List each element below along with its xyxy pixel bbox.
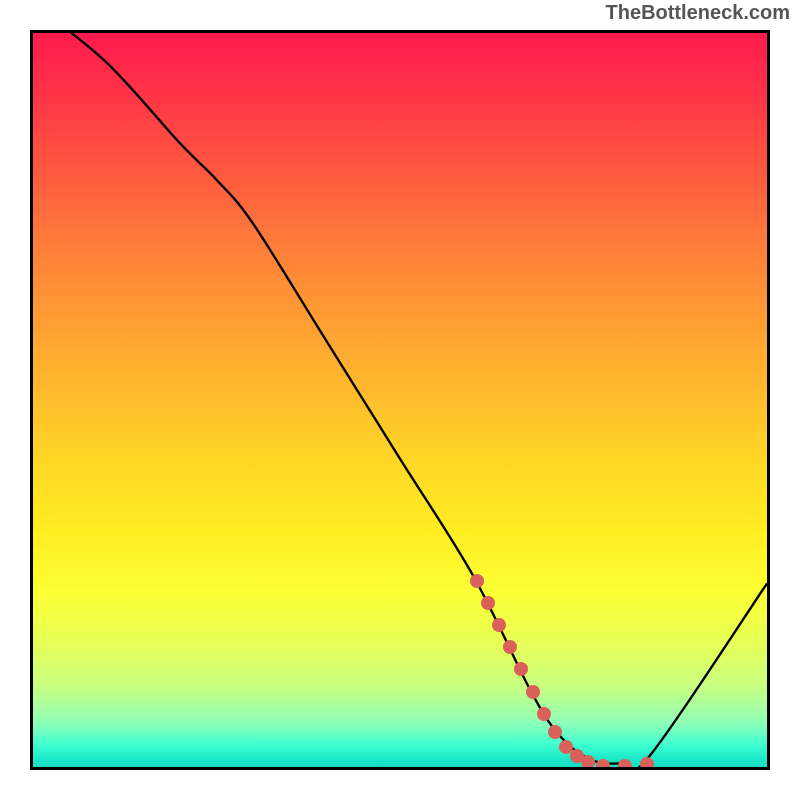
highlight-dot (537, 707, 551, 721)
highlight-dot (640, 757, 654, 770)
highlight-markers (33, 33, 767, 767)
highlight-dot (470, 574, 484, 588)
highlight-dot (503, 640, 517, 654)
highlight-dot (481, 596, 495, 610)
plot-area (30, 30, 770, 770)
highlight-dot (618, 759, 632, 770)
highlight-dot (526, 685, 540, 699)
highlight-dot (492, 618, 506, 632)
highlight-dot (581, 755, 595, 769)
highlight-dot (548, 725, 562, 739)
highlight-dot (514, 662, 528, 676)
watermark-label: TheBottleneck.com (606, 2, 790, 25)
highlight-dot (596, 759, 610, 770)
